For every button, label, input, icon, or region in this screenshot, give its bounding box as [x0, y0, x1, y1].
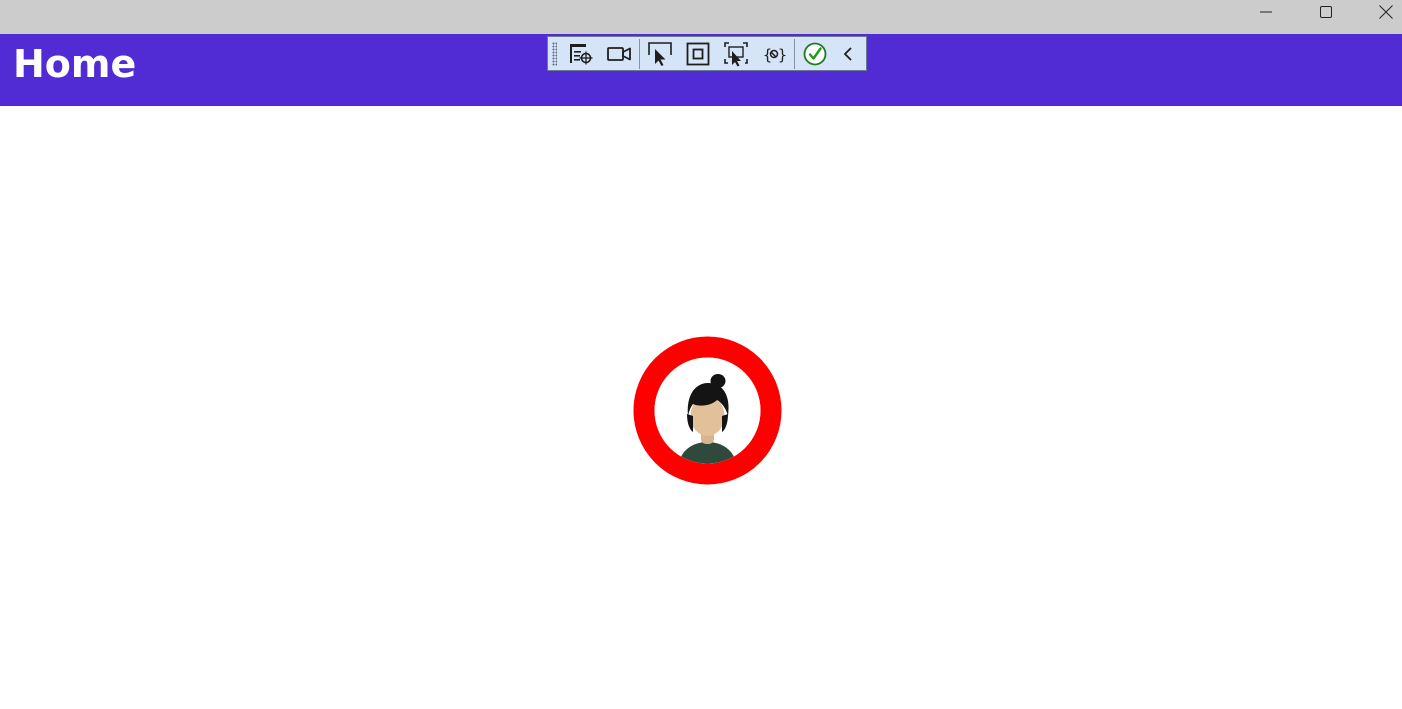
live-visual-tree-button[interactable]: [562, 37, 600, 70]
track-focused-element-button[interactable]: [717, 37, 755, 70]
minimize-icon: [1260, 11, 1272, 13]
binding-failures-icon: { }: [763, 46, 787, 64]
debug-toolbar: { }: [547, 36, 867, 71]
minimize-button[interactable]: [1236, 0, 1296, 24]
select-element-icon: [648, 41, 672, 66]
avatar: [633, 336, 782, 485]
display-layout-adorners-button[interactable]: [679, 37, 717, 70]
toolbar-separator: [639, 38, 640, 69]
record-icon: [607, 46, 631, 61]
maximize-icon: [1320, 6, 1332, 18]
display-layout-adorners-icon: [686, 42, 710, 65]
toolbar-separator: [794, 38, 795, 69]
select-element-button[interactable]: [641, 37, 679, 70]
collapse-toolbar-button[interactable]: [834, 37, 862, 70]
live-visual-tree-icon: [570, 43, 593, 64]
close-icon: [1379, 5, 1393, 19]
hot-reload-status-icon: [803, 42, 827, 65]
person-avatar-icon: [633, 336, 782, 485]
hot-reload-status-button[interactable]: [796, 37, 834, 70]
svg-text:}: }: [778, 46, 787, 64]
binding-failures-button[interactable]: { }: [755, 37, 793, 70]
record-button[interactable]: [600, 37, 638, 70]
page-title: Home: [13, 42, 137, 86]
close-button[interactable]: [1356, 0, 1402, 24]
maximize-button[interactable]: [1296, 0, 1356, 24]
toolbar-grip-handle[interactable]: [548, 37, 562, 70]
track-focused-element-icon: [724, 41, 748, 66]
window-title-bar: [0, 0, 1402, 34]
collapse-chevron-icon: [843, 46, 852, 61]
